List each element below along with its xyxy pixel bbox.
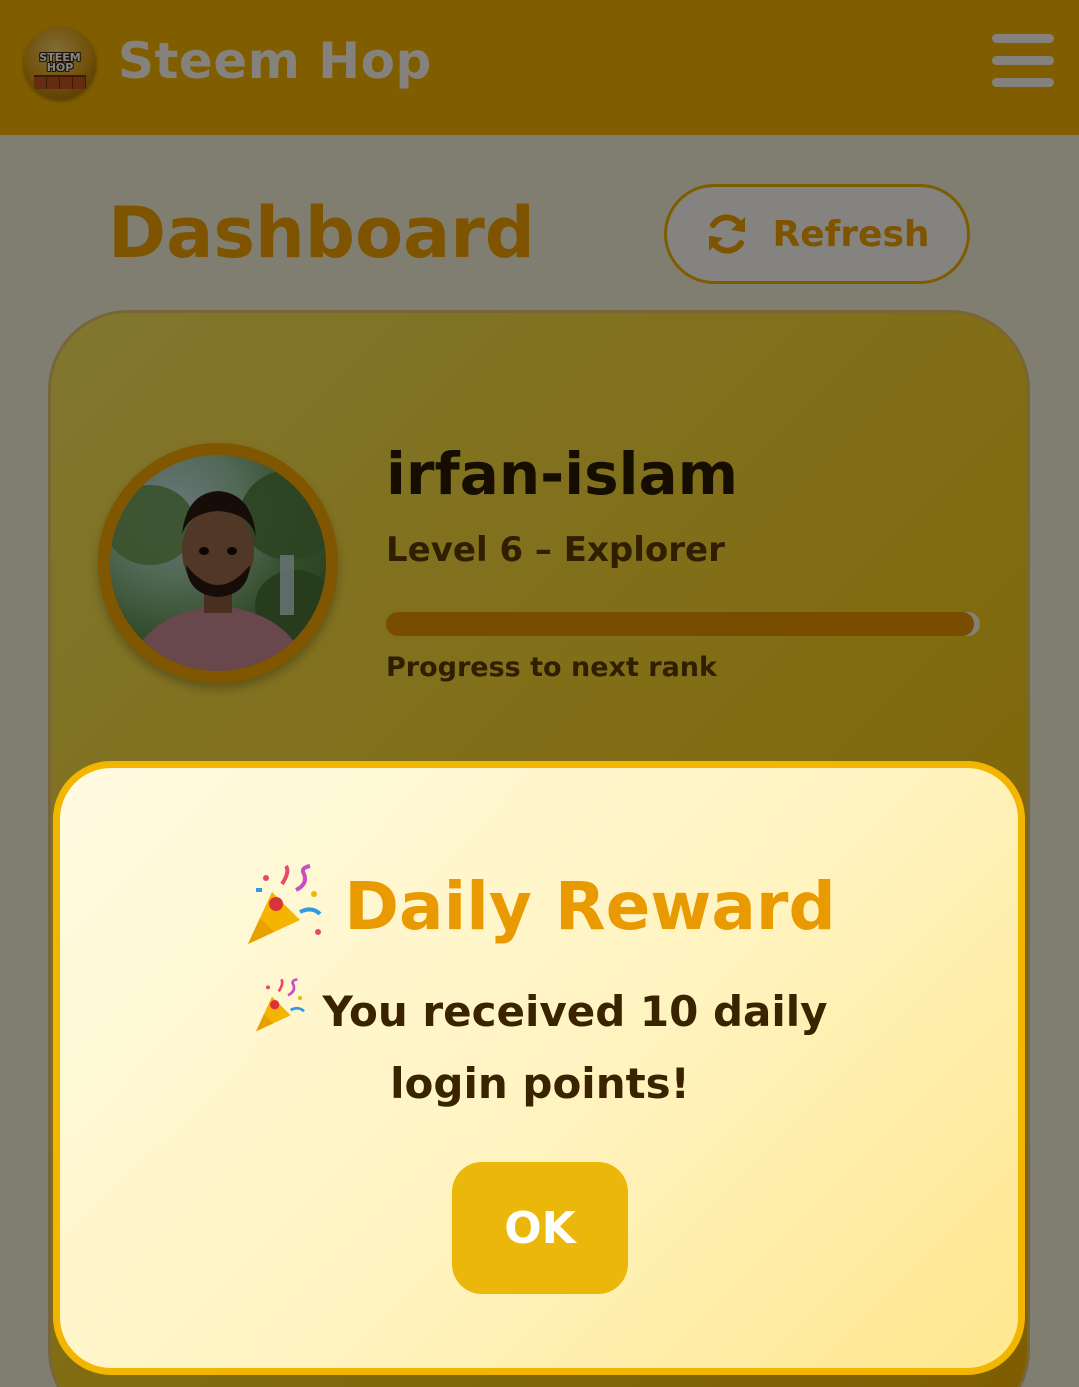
party-popper-icon [248,864,322,944]
party-popper-icon [256,978,306,1032]
ok-button[interactable]: OK [452,1162,628,1294]
dialog-message: You received 10 daily login points! [200,976,880,1120]
dialog-title-text: Daily Reward [344,867,836,945]
dialog-title: Daily Reward [60,864,1018,948]
dialog-message-text: You received 10 daily login points! [322,987,828,1108]
daily-reward-dialog: Daily Reward You received 10 daily login… [53,761,1025,1375]
